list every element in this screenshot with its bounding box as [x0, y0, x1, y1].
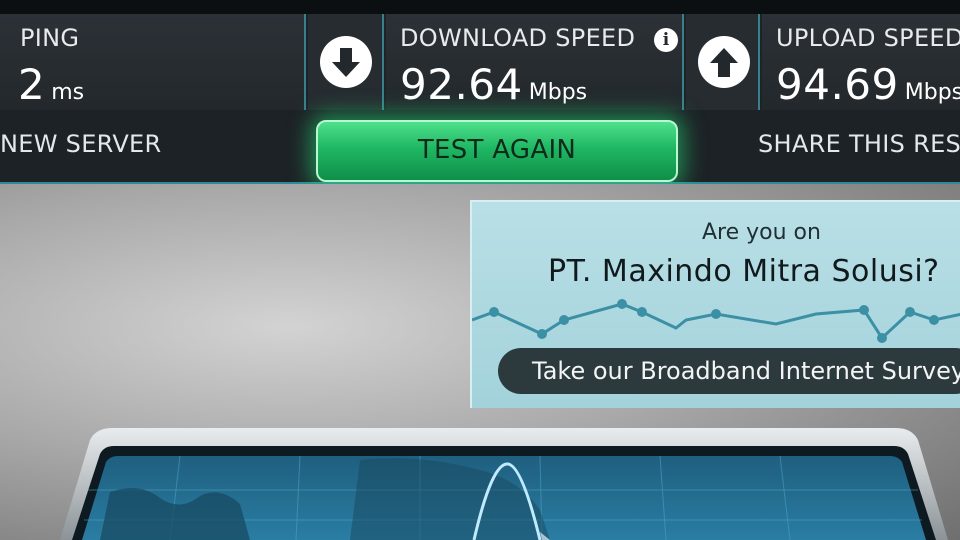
test-again-button[interactable]: TEST AGAIN — [316, 120, 678, 182]
new-server-link[interactable]: NEW SERVER — [0, 130, 162, 158]
upload-number: 94.69 — [776, 60, 899, 109]
ping-unit: ms — [51, 80, 85, 105]
arrow-down-circle-icon — [320, 36, 372, 88]
upload-icon-panel — [686, 14, 760, 110]
actions-row: NEW SERVER TEST AGAIN SHARE THIS RESULT — [0, 110, 960, 184]
download-number: 92.64 — [400, 60, 523, 109]
isp-survey-panel: Are you on PT. Maxindo Mitra Solusi? Tak… — [470, 200, 960, 408]
info-icon[interactable]: i — [654, 28, 678, 52]
share-result-link[interactable]: SHARE THIS RESULT — [758, 130, 960, 158]
ping-panel: PING 2 ms — [0, 14, 306, 110]
isp-question: Are you on — [702, 220, 821, 245]
stats-bar: PING 2 ms DOWNLOAD SPEED i 92.64 Mbps UPLO… — [0, 0, 960, 110]
upload-value: 94.69 Mbps — [776, 60, 960, 109]
upload-label: UPLOAD SPEED — [776, 24, 960, 52]
ping-number: 2 — [18, 60, 46, 109]
download-icon-panel — [308, 14, 384, 110]
download-value: 92.64 Mbps — [400, 60, 587, 109]
download-unit: Mbps — [528, 80, 588, 105]
ping-label: PING — [20, 24, 80, 52]
arrow-up-circle-icon — [698, 36, 750, 88]
speed-gauge — [60, 428, 948, 540]
upload-panel: UPLOAD SPEED 94.69 Mbps — [762, 14, 960, 110]
download-panel: DOWNLOAD SPEED i 92.64 Mbps — [386, 14, 684, 110]
survey-button[interactable]: Take our Broadband Internet Survey! — [498, 348, 960, 394]
isp-name: PT. Maxindo Mitra Solusi? — [548, 254, 940, 289]
upload-unit: Mbps — [904, 80, 960, 105]
download-label: DOWNLOAD SPEED — [400, 24, 636, 52]
ping-value: 2 ms — [18, 60, 84, 109]
